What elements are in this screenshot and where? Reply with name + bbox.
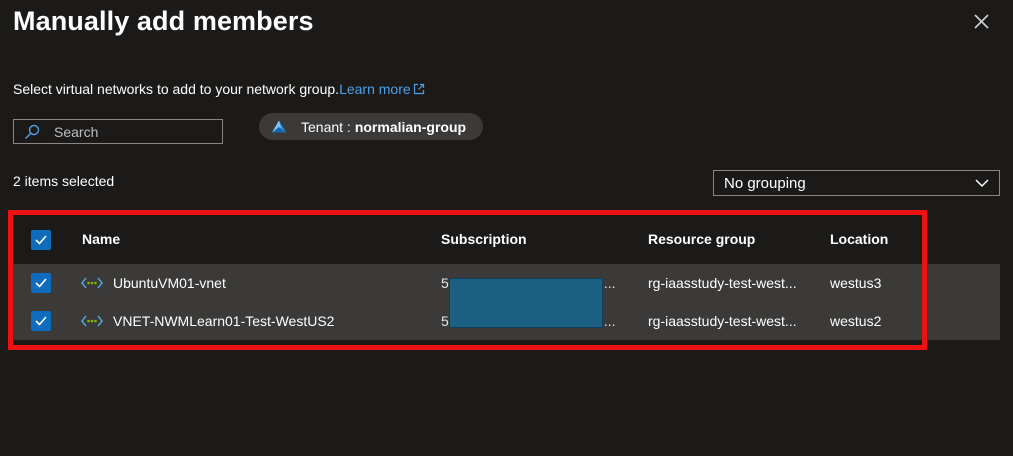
- table-header: Name Subscription Resource group Locatio…: [13, 215, 1000, 263]
- dialog-title: Manually add members: [13, 6, 314, 36]
- row-location: westus3: [830, 275, 882, 291]
- virtual-network-icon: [81, 315, 103, 327]
- tenant-icon: [272, 120, 286, 132]
- virtual-network-icon: [81, 277, 103, 289]
- column-header-location[interactable]: Location: [830, 231, 888, 247]
- row-name: VNET-NWMLearn01-Test-WestUS2: [113, 313, 335, 329]
- row-name: UbuntuVM01-vnet: [113, 275, 226, 291]
- row-resource-group: rg-iaasstudy-test-west...: [648, 313, 797, 329]
- close-button[interactable]: [970, 10, 992, 32]
- column-header-resource-group[interactable]: Resource group: [648, 231, 755, 247]
- tenant-value: normalian-group: [354, 118, 467, 135]
- checkmark-icon: [35, 316, 47, 326]
- row-location: westus2: [830, 313, 882, 329]
- chevron-down-icon: [975, 179, 989, 188]
- close-icon: [974, 14, 989, 29]
- row-subscription-tail: l...: [600, 275, 616, 291]
- row-subscription-start: 5: [441, 313, 449, 329]
- column-header-name[interactable]: Name: [82, 231, 120, 247]
- row-name-cell: VNET-NWMLearn01-Test-WestUS2: [81, 313, 334, 329]
- row-subscription-tail: l...: [600, 313, 616, 329]
- row-resource-group: rg-iaasstudy-test-west...: [648, 275, 797, 291]
- learn-more-label: Learn more: [339, 81, 411, 97]
- search-input[interactable]: [54, 123, 204, 140]
- checkmark-icon: [35, 235, 47, 245]
- column-header-subscription[interactable]: Subscription: [441, 231, 527, 247]
- search-box[interactable]: [13, 119, 223, 144]
- select-all-checkbox[interactable]: [31, 230, 51, 250]
- learn-more-link[interactable]: Learn more: [339, 81, 425, 97]
- row-checkbox[interactable]: [31, 273, 51, 293]
- search-icon: [25, 124, 40, 139]
- dialog-description: Select virtual networks to add to your n…: [13, 80, 425, 98]
- tenant-label: Tenant :: [301, 118, 351, 135]
- redaction-box: [449, 278, 603, 328]
- row-checkbox[interactable]: [31, 311, 51, 331]
- grouping-value: No grouping: [724, 174, 806, 192]
- tenant-filter-pill[interactable]: Tenant : normalian-group: [259, 113, 483, 140]
- checkmark-icon: [35, 278, 47, 288]
- description-text: Select virtual networks to add to your n…: [13, 81, 340, 97]
- selection-count: 2 items selected: [13, 173, 115, 189]
- external-link-icon: [413, 83, 424, 95]
- row-subscription-start: 5: [441, 275, 449, 291]
- row-name-cell: UbuntuVM01-vnet: [81, 275, 226, 291]
- manually-add-members-dialog: Manually add members Select virtual netw…: [0, 0, 1013, 456]
- grouping-dropdown[interactable]: No grouping: [713, 170, 1000, 196]
